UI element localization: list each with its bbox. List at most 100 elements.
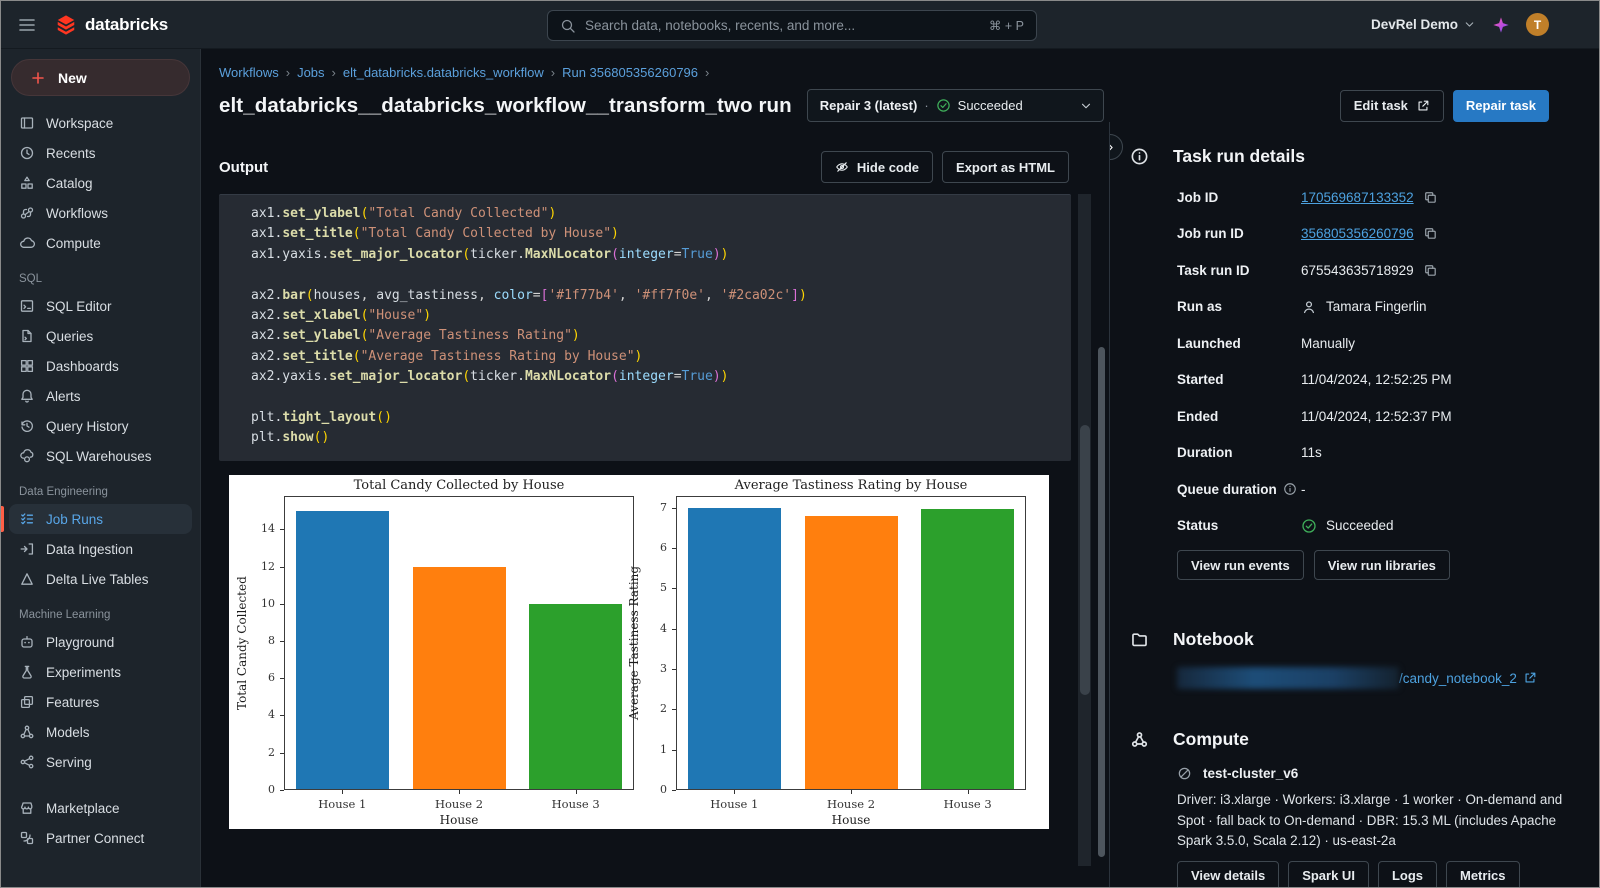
hamburger-menu-icon[interactable] [17,15,37,35]
sidebar-item-delta-live-tables[interactable]: Delta Live Tables [9,564,192,594]
sidebar-item-query-history[interactable]: Query History [9,411,192,441]
search-shortcut: ⌘ + P [989,18,1024,33]
y-axis-label: Average Tastiness Rating [627,496,641,790]
view-run-libraries-button[interactable]: View run libraries [1314,550,1450,580]
sidebar-item-label: Serving [46,755,92,770]
bar-house-1 [296,511,389,789]
new-button[interactable]: New [11,59,190,96]
edit-task-label: Edit task [1354,98,1408,113]
repair-task-button[interactable]: Repair task [1453,90,1549,122]
edit-task-button[interactable]: Edit task [1340,90,1444,122]
separator: · [924,98,928,113]
bar-house-3 [921,509,1014,789]
sidebar-item-job-runs[interactable]: Job Runs [9,504,192,534]
view-run-events-button[interactable]: View run events [1177,550,1304,580]
sidebar-item-queries[interactable]: Queries [9,321,192,351]
info-circle-icon [1130,147,1149,166]
code-line: ax1.yaxis.set_major_locator(ticker.MaxNL… [251,245,1055,265]
redacted-notebook-path [1177,667,1399,689]
output-scrollbar-thumb[interactable] [1080,425,1090,695]
hide-code-button[interactable]: Hide code [821,151,933,183]
databricks-logo[interactable]: databricks [55,14,168,36]
sidebar-item-partner-connect[interactable]: Partner Connect [9,823,192,853]
code-block[interactable]: ax1.set_ylabel("Total Candy Collected")a… [219,194,1071,461]
detail-label: Started [1177,372,1224,387]
sidebar-item-catalog[interactable]: Catalog [9,168,192,198]
experiments-icon [19,664,35,680]
metrics-button[interactable]: Metrics [1446,861,1520,888]
x-axis-label: House [284,813,634,827]
breadcrumb-link[interactable]: Run 356805356260796 [562,65,698,80]
task-details-title: Task run details [1173,146,1305,167]
dashboards-icon [19,358,35,374]
run-selector-dropdown[interactable]: Repair 3 (latest) · Succeeded [807,89,1104,122]
view-details-button[interactable]: View details [1177,861,1279,888]
detail-label: Ended [1177,409,1218,424]
code-line [251,388,1055,408]
detail-label: Job ID [1177,190,1218,205]
collapse-panel-button[interactable] [1109,134,1123,160]
output-title: Output [219,159,268,176]
detail-row-duration: Duration11s [1177,435,1579,472]
spark-ui-button[interactable]: Spark UI [1288,861,1369,888]
breadcrumb-link[interactable]: elt_databricks.databricks_workflow [343,65,544,80]
panel-scrollbar-thumb[interactable] [1098,347,1105,857]
avatar[interactable]: T [1526,13,1549,36]
sidebar-item-label: Features [46,695,99,710]
breadcrumb-link[interactable]: Workflows [219,65,279,80]
chevron-down-icon [1463,18,1476,31]
sidebar-item-compute[interactable]: Compute [9,228,192,258]
sidebar-item-alerts[interactable]: Alerts [9,381,192,411]
detail-label: Task run ID [1177,263,1250,278]
sidebar-item-models[interactable]: Models [9,717,192,747]
sidebar-item-sql-editor[interactable]: SQL Editor [9,291,192,321]
assistant-sparkle-icon[interactable] [1492,16,1510,34]
breadcrumb: Workflows›Jobs›elt_databricks.databricks… [219,65,1549,80]
delta-icon [19,571,35,587]
sidebar-item-label: Partner Connect [46,831,144,846]
sidebar-item-playground[interactable]: Playground [9,627,192,657]
copy-icon[interactable] [1423,190,1438,205]
copy-icon[interactable] [1423,226,1438,241]
sidebar-item-recents[interactable]: Recents [9,138,192,168]
sidebar-item-label: Catalog [46,176,93,191]
bell-icon [19,388,35,404]
cluster-name: test-cluster_v6 [1203,766,1298,781]
search-input[interactable] [585,18,980,33]
sidebar-item-workspace[interactable]: Workspace [9,108,192,138]
sidebar-item-data-ingestion[interactable]: Data Ingestion [9,534,192,564]
detail-label: Status [1177,518,1218,533]
sidebar-item-features[interactable]: Features [9,687,192,717]
export-html-button[interactable]: Export as HTML [942,151,1069,183]
global-search[interactable]: ⌘ + P [547,10,1037,41]
detail-value: 675543635718929 [1301,263,1414,278]
logs-button[interactable]: Logs [1378,861,1437,888]
sidebar-item-marketplace[interactable]: Marketplace [9,793,192,823]
detail-label: Duration [1177,445,1233,460]
workspace-switcher[interactable]: DevRel Demo [1371,17,1476,32]
eye-off-icon [835,160,849,174]
breadcrumb-link[interactable]: Jobs [297,65,324,80]
sidebar-item-sql-warehouses[interactable]: SQL Warehouses [9,441,192,471]
sidebar-item-dashboards[interactable]: Dashboards [9,351,192,381]
x-tick-label: House 2 [811,797,891,811]
sidebar-item-serving[interactable]: Serving [9,747,192,777]
detail-link[interactable]: 170569687133352 [1301,190,1414,205]
sidebar-item-label: Queries [46,329,93,344]
detail-link[interactable]: 356805356260796 [1301,226,1414,241]
sidebar-item-label: Experiments [46,665,121,680]
y-axis-label: Total Candy Collected [235,496,249,790]
code-line: ax1.set_ylabel("Total Candy Collected") [251,204,1055,224]
cloud-icon [19,235,35,251]
sidebar-item-workflows[interactable]: Workflows [9,198,192,228]
breadcrumb-separator: › [551,65,555,80]
detail-row-run-as: Run asTamara Fingerlin [1177,289,1579,326]
code-line: ax1.set_title("Total Candy Collected by … [251,224,1055,244]
sidebar-item-label: Compute [46,236,101,251]
databricks-job-run-page: { "topbar": { "logo_text": "databricks",… [0,0,1600,888]
copy-icon[interactable] [1423,263,1438,278]
sidebar-item-experiments[interactable]: Experiments [9,657,192,687]
notebook-link[interactable]: /candy_notebook_2 [1399,671,1537,686]
chevron-right-icon [1109,141,1117,154]
logo-wordmark: databricks [85,15,168,35]
